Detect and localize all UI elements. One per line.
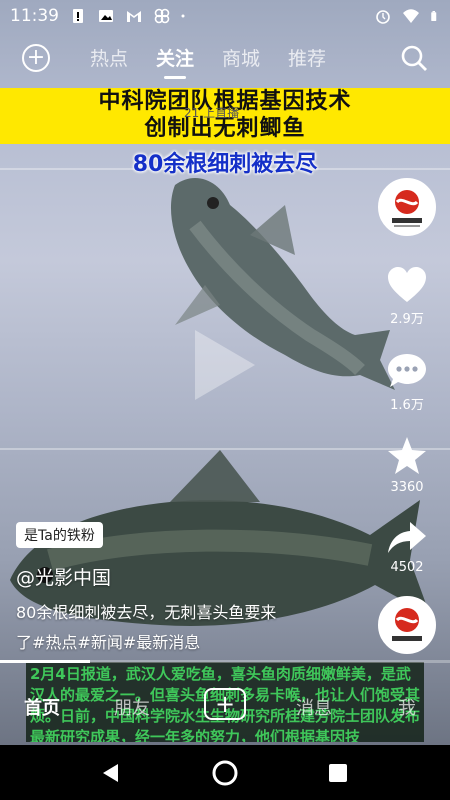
post-description: 80余根细刺被去尽，无刺喜头鱼要来 了#热点#新闻#最新消息 xyxy=(16,598,346,658)
sub-headline: 80余根细刺被去尽 xyxy=(132,152,318,177)
share-icon xyxy=(388,522,426,553)
description-line-2[interactable]: 了#热点#新闻#最新消息 xyxy=(16,628,346,658)
description-line-1: 80余根细刺被去尽，无刺喜头鱼要来 xyxy=(16,603,277,622)
tab-recommend[interactable]: 推荐 xyxy=(288,44,326,71)
live-label: 21 上直播 xyxy=(184,106,240,120)
favorite-count: 3360 xyxy=(390,480,424,495)
search-icon[interactable] xyxy=(400,44,428,72)
nav-friends[interactable]: 朋友 xyxy=(114,694,150,720)
top-nav: + 热点 关注 商城 推荐 xyxy=(0,38,450,80)
tab-following[interactable]: 关注 xyxy=(156,44,194,79)
pinwheel-icon xyxy=(154,8,170,24)
heart-icon xyxy=(388,267,426,302)
fish-image xyxy=(170,177,395,390)
music-disc-avatar[interactable] xyxy=(378,596,436,654)
recents-icon[interactable] xyxy=(327,762,349,784)
home-icon[interactable] xyxy=(211,759,239,787)
comment-count: 1.6万 xyxy=(390,398,424,413)
like-count: 2.9万 xyxy=(390,312,424,327)
star-icon xyxy=(388,437,426,474)
nav-home[interactable]: 首页 xyxy=(24,694,60,720)
status-time: 11:39 xyxy=(10,6,59,26)
create-button[interactable]: + xyxy=(204,688,246,720)
alert-icon xyxy=(73,9,83,23)
nav-messages[interactable]: 消息 xyxy=(296,694,332,720)
image-icon xyxy=(99,10,113,22)
favorite-button[interactable]: 3360 xyxy=(382,436,432,495)
progress-fill xyxy=(0,660,90,663)
tab-hot[interactable]: 热点 xyxy=(90,44,128,71)
dot-icon xyxy=(181,14,185,18)
tab-mall[interactable]: 商城 xyxy=(222,44,260,71)
plus-icon: + xyxy=(214,690,236,718)
author-logo-icon xyxy=(392,190,422,227)
author-avatar[interactable] xyxy=(378,178,436,236)
status-bar: 11:39 xyxy=(0,0,450,32)
gmail-icon xyxy=(127,11,141,22)
top-tabs: 热点 关注 商城 推荐 xyxy=(90,44,326,79)
system-nav-bar xyxy=(0,745,450,800)
like-button[interactable]: 2.9万 xyxy=(382,266,432,327)
wifi-icon xyxy=(403,9,419,23)
back-icon[interactable] xyxy=(100,762,122,784)
nav-me[interactable]: 我 xyxy=(398,694,416,720)
alarm-icon xyxy=(376,10,390,24)
fan-badge: 是Ta的铁粉 xyxy=(16,522,103,548)
share-count: 4502 xyxy=(390,560,424,575)
comment-button[interactable]: 1.6万 xyxy=(382,352,432,413)
author-name[interactable]: @光影中国 xyxy=(16,563,111,590)
bottom-nav: 首页 朋友 + 消息 我 xyxy=(0,684,450,728)
add-circle-icon[interactable]: + xyxy=(22,44,50,72)
app-screen: 11:39 + 热点 关注 商城 推荐 中科院团队根据基因技术 创制出无刺鲫鱼 … xyxy=(0,0,450,800)
play-icon[interactable] xyxy=(190,325,260,405)
video-progress[interactable] xyxy=(0,660,450,663)
music-disc-icon xyxy=(392,608,422,641)
comment-icon xyxy=(388,354,426,387)
battery-icon xyxy=(431,11,437,21)
share-button[interactable]: 4502 xyxy=(382,520,432,575)
